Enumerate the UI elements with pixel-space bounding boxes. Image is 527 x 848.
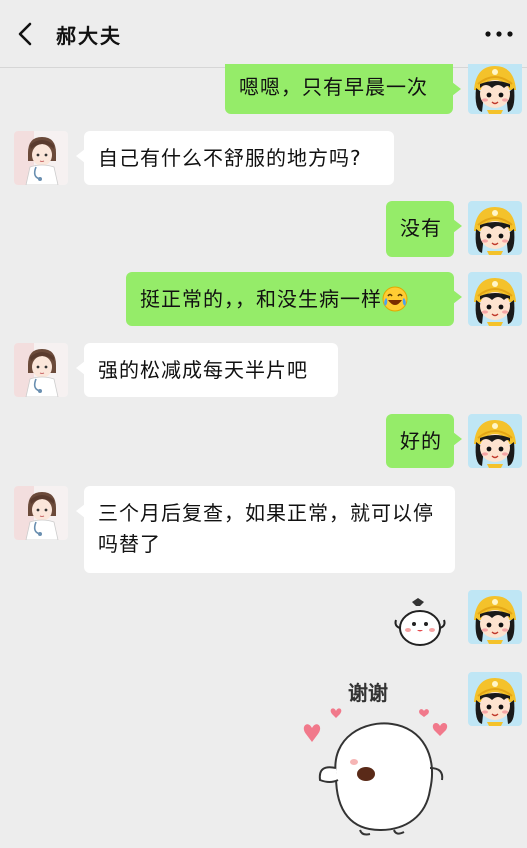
avatar[interactable] xyxy=(468,272,522,326)
received-message[interactable]: 三个月后复查，如果正常，就可以停吗替了 xyxy=(76,486,455,573)
doctor-avatar[interactable] xyxy=(14,343,68,397)
sticker-caption: 谢谢 xyxy=(348,681,388,705)
sent-message[interactable]: 好的 xyxy=(386,414,462,468)
chat-title: 郝大夫 xyxy=(56,24,122,48)
received-message[interactable]: 强的松减成每天半片吧 xyxy=(76,343,338,397)
cute-blob-sticker[interactable] xyxy=(390,596,450,650)
avatar[interactable] xyxy=(468,64,522,114)
avatar[interactable] xyxy=(468,590,522,644)
sent-message[interactable]: 嗯嗯，只有早晨一次 xyxy=(225,64,461,114)
chat-header: 郝大夫 xyxy=(0,0,527,68)
laughing-tears-emoji xyxy=(382,286,408,312)
more-button[interactable] xyxy=(483,20,515,48)
message-text: 挺正常的，，和没生病一样 xyxy=(140,287,382,311)
received-message[interactable]: 自己有什么不舒服的地方吗? xyxy=(76,131,394,185)
avatar[interactable] xyxy=(468,201,522,255)
sent-message[interactable]: 没有 xyxy=(386,201,462,257)
avatar[interactable] xyxy=(468,672,522,726)
avatar[interactable] xyxy=(468,414,522,468)
doctor-avatar[interactable] xyxy=(14,486,68,540)
sent-message[interactable]: 挺正常的，，和没生病一样 xyxy=(126,272,462,326)
back-button[interactable] xyxy=(10,18,42,50)
doctor-avatar[interactable] xyxy=(14,131,68,185)
thank-you-blob-sticker[interactable]: 谢谢 xyxy=(296,676,456,836)
more-horizontal-icon xyxy=(485,31,513,37)
chevron-left-icon xyxy=(18,22,32,46)
